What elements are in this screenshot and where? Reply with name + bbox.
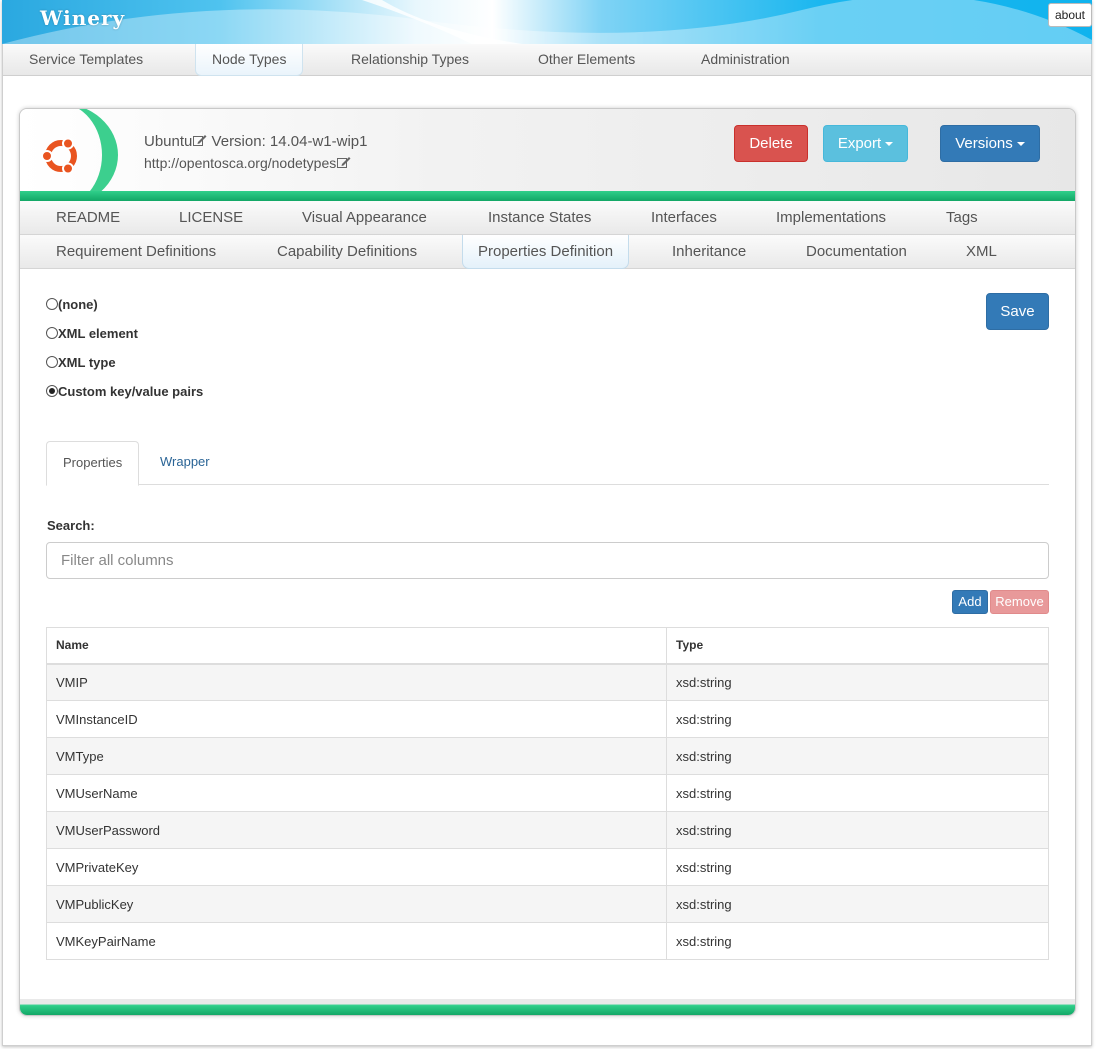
tab-xml[interactable]: XML <box>966 235 997 268</box>
table-row[interactable]: VMUserName xsd:string <box>46 774 1049 812</box>
export-button[interactable]: Export <box>823 125 908 162</box>
tab-requirement-definitions[interactable]: Requirement Definitions <box>56 235 216 268</box>
footer-green-bar <box>20 999 1075 1015</box>
cell-type: xsd:string <box>666 737 1049 775</box>
sub-nav-row-1: README LICENSE Visual Appearance Instanc… <box>20 201 1075 235</box>
table-row[interactable]: VMInstanceID xsd:string <box>46 700 1049 738</box>
tab-license[interactable]: LICENSE <box>179 201 243 234</box>
cell-name: VMPublicKey <box>46 885 667 923</box>
caret-down-icon <box>885 142 894 146</box>
radio-custom-kv[interactable] <box>46 385 58 397</box>
about-button[interactable]: about <box>1047 3 1092 27</box>
radio-none[interactable] <box>46 298 58 310</box>
tab-properties[interactable]: Properties <box>46 441 140 486</box>
export-label: Export <box>837 135 882 152</box>
column-header-name[interactable]: Name <box>46 627 667 665</box>
entity-namespace: http://opentosca.org/nodetypes <box>144 155 337 171</box>
cell-type: xsd:string <box>666 774 1049 812</box>
cell-name: VMPrivateKey <box>46 848 667 886</box>
tab-instance-states[interactable]: Instance States <box>488 201 591 234</box>
tab-readme[interactable]: README <box>56 201 120 234</box>
versions-label: Versions <box>955 135 1013 152</box>
versions-button[interactable]: Versions <box>940 125 1040 162</box>
brand-logo[interactable]: Winery <box>40 6 125 30</box>
cell-type: xsd:string <box>666 848 1049 886</box>
option-xml-element[interactable]: XML element <box>46 326 138 341</box>
tab-node-types[interactable]: Node Types <box>195 44 304 76</box>
option-xml-type-label: XML type <box>58 355 116 370</box>
node-type-card: Ubuntu Version: 14.04-w1-wip1 http://ope… <box>19 108 1076 1016</box>
tab-wrapper[interactable]: Wrapper <box>144 441 226 485</box>
tab-tags[interactable]: Tags <box>946 201 978 234</box>
cell-type: xsd:string <box>666 885 1049 923</box>
tab-documentation[interactable]: Documentation <box>806 235 907 268</box>
entity-namespace-row: http://opentosca.org/nodetypes <box>144 155 351 171</box>
table-row[interactable]: VMUserPassword xsd:string <box>46 811 1049 849</box>
properties-tabs: Properties Wrapper <box>46 441 1049 486</box>
remove-button[interactable]: Remove <box>990 590 1049 614</box>
cell-type: xsd:string <box>666 811 1049 849</box>
search-input[interactable] <box>46 542 1049 579</box>
tab-visual-appearance[interactable]: Visual Appearance <box>302 201 427 234</box>
option-xml-element-label: XML element <box>58 326 138 341</box>
option-xml-type[interactable]: XML type <box>46 355 116 370</box>
cell-name: VMType <box>46 737 667 775</box>
tab-administration[interactable]: Administration <box>701 44 790 76</box>
cell-type: xsd:string <box>666 922 1049 960</box>
tab-inheritance[interactable]: Inheritance <box>672 235 746 268</box>
delete-button[interactable]: Delete <box>734 125 808 162</box>
entity-name: Ubuntu <box>144 133 193 150</box>
radio-xml-element[interactable] <box>46 327 58 339</box>
entity-title: Ubuntu Version: 14.04-w1-wip1 <box>144 133 367 150</box>
radio-xml-type[interactable] <box>46 356 58 368</box>
search-label: Search: <box>47 518 95 533</box>
save-button[interactable]: Save <box>986 293 1049 330</box>
header-banner: Winery <box>2 0 1092 44</box>
edit-name-icon[interactable] <box>193 134 207 147</box>
cell-name: VMUserPassword <box>46 811 667 849</box>
entity-version: Version: 14.04-w1-wip1 <box>211 133 368 150</box>
option-custom-kv[interactable]: Custom key/value pairs <box>46 384 203 399</box>
tab-properties-definition[interactable]: Properties Definition <box>462 235 630 269</box>
header-green-bar <box>20 191 1075 201</box>
cell-name: VMUserName <box>46 774 667 812</box>
option-custom-kv-label: Custom key/value pairs <box>58 384 204 399</box>
table-header-row: Name Type <box>46 627 1049 665</box>
cell-type: xsd:string <box>666 700 1049 738</box>
option-none[interactable]: (none) <box>46 297 98 312</box>
table-row[interactable]: VMPublicKey xsd:string <box>46 885 1049 923</box>
tab-other-elements[interactable]: Other Elements <box>538 44 635 76</box>
edit-namespace-icon[interactable] <box>337 156 351 169</box>
table-row[interactable]: VMKeyPairName xsd:string <box>46 922 1049 960</box>
tab-interfaces[interactable]: Interfaces <box>651 201 717 234</box>
table-row[interactable]: VMPrivateKey xsd:string <box>46 848 1049 886</box>
table-row[interactable]: VMType xsd:string <box>46 737 1049 775</box>
table-row[interactable]: VMIP xsd:string <box>46 663 1049 701</box>
entity-header: Ubuntu Version: 14.04-w1-wip1 http://ope… <box>20 109 1075 207</box>
caret-down-icon <box>1016 142 1025 146</box>
ubuntu-logo-icon <box>41 137 77 175</box>
cell-type: xsd:string <box>666 663 1049 701</box>
tab-capability-definitions[interactable]: Capability Definitions <box>277 235 417 268</box>
option-none-label: (none) <box>58 297 98 312</box>
properties-table: Name Type VMIP xsd:string VMInstanceID xsd… <box>46 627 1049 960</box>
cell-name: VMIP <box>46 663 667 701</box>
column-header-type[interactable]: Type <box>666 627 1049 665</box>
tab-implementations[interactable]: Implementations <box>776 201 886 234</box>
tab-relationship-types[interactable]: Relationship Types <box>351 44 469 76</box>
banner-swoosh-graphic <box>2 0 1092 44</box>
main-nav: Service Templates Node Types Relationshi… <box>3 44 1091 76</box>
add-button[interactable]: Add <box>952 590 988 614</box>
tab-service-templates[interactable]: Service Templates <box>29 44 143 76</box>
cell-name: VMKeyPairName <box>46 922 667 960</box>
sub-nav-row-2: Requirement Definitions Capability Defin… <box>20 235 1075 269</box>
cell-name: VMInstanceID <box>46 700 667 738</box>
